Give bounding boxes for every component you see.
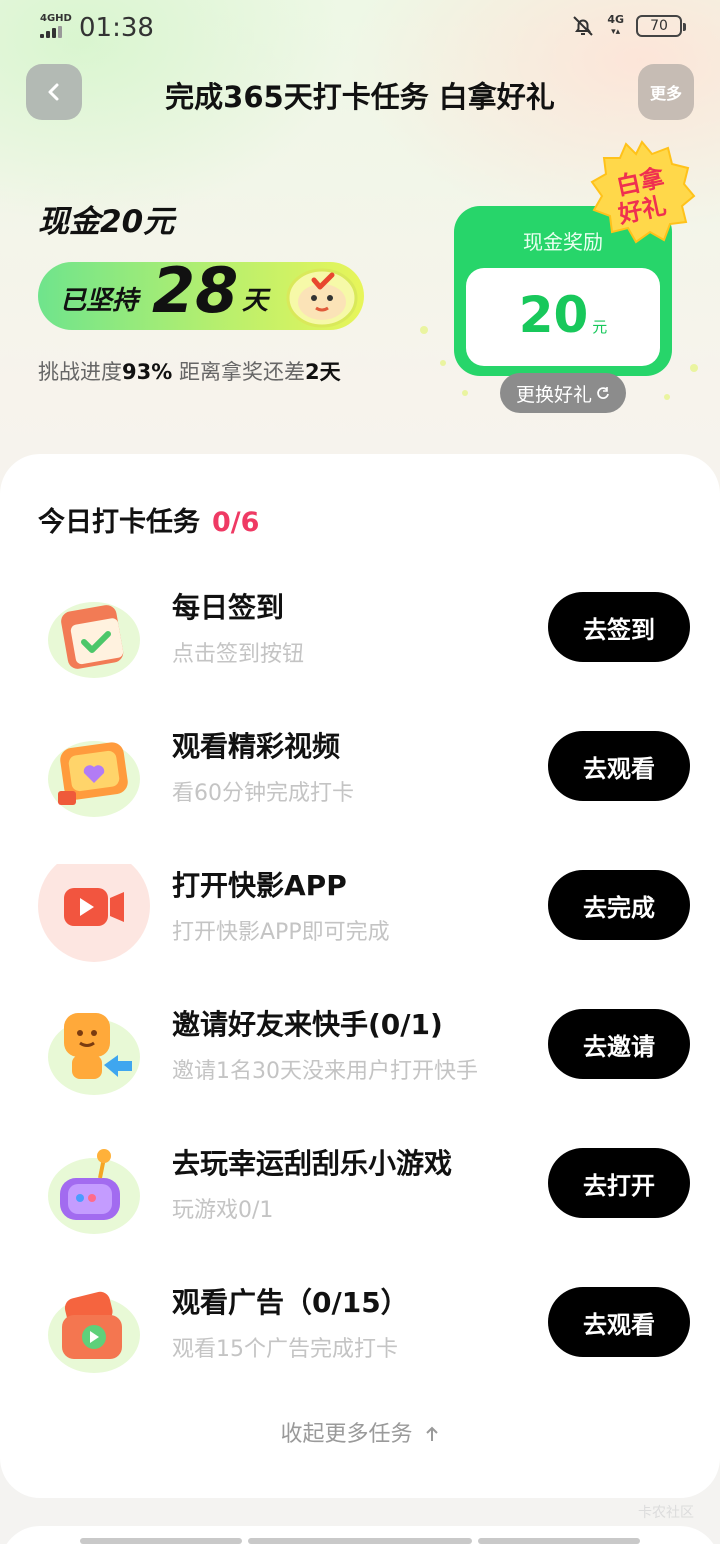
task-title: 去玩幸运刮刮乐小游戏 — [172, 1147, 453, 1180]
streak-banner: 已坚持 28 天 — [38, 254, 364, 330]
sparkle-dot — [664, 394, 670, 400]
watch-video-button[interactable]: 去观看 — [548, 731, 690, 801]
battery-icon: 70 — [636, 15, 686, 37]
reward-unit: 元 — [592, 318, 608, 336]
tasks-count: 0/6 — [212, 507, 260, 538]
video-heart-icon — [48, 741, 140, 817]
challenge-progress: 挑战进度93% 距离拿奖还差2天 — [38, 360, 341, 384]
task-subtitle: 玩游戏0/1 — [172, 1198, 274, 1223]
clock: 01:38 — [79, 13, 154, 43]
sign-in-button[interactable]: 去签到 — [548, 592, 690, 662]
collapse-tasks-button[interactable]: 收起更多任务 — [0, 1416, 720, 1448]
task-subtitle: 看60分钟完成打卡 — [172, 781, 354, 806]
watch-ads-button[interactable]: 去观看 — [548, 1287, 690, 1357]
streak-prefix: 已坚持 — [60, 286, 139, 316]
mute-bell-icon — [573, 16, 594, 36]
mobile-data-icon: 4G ▾▴ — [607, 13, 624, 38]
reward-amount: 20 — [518, 286, 589, 344]
free-gift-badge: 白拿 好礼 — [590, 140, 696, 244]
task-title: 邀请好友来快手(0/1) — [172, 1008, 443, 1041]
task-subtitle: 邀请1名30天没来用户打开快手 — [172, 1059, 478, 1084]
invite-button[interactable]: 去邀请 — [548, 1009, 690, 1079]
remaining-days: 2天 — [304, 360, 341, 384]
sparkle-dot — [690, 364, 698, 372]
kuaiying-camera-icon — [38, 864, 150, 962]
task-title: 打开快影APP — [172, 869, 347, 902]
task-row: 观看精彩视频 看60分钟完成打卡 去观看 — [0, 725, 720, 835]
status-bar: 4GHD 01:38 4G ▾▴ 70 — [0, 0, 720, 56]
swap-gift-button[interactable]: 更换好礼 — [500, 373, 626, 413]
sparkle-dot — [420, 326, 428, 334]
task-subtitle: 点击签到按钮 — [172, 642, 305, 667]
ad-play-icon — [48, 1291, 140, 1373]
swap-gift-label: 更换好礼 — [515, 383, 592, 406]
task-row: 观看广告（0/15） 观看15个广告完成打卡 去观看 — [0, 1281, 720, 1391]
open-game-button[interactable]: 去打开 — [548, 1148, 690, 1218]
calendar-check-icon — [48, 602, 140, 678]
network-type: 4GHD — [40, 13, 72, 24]
progress-percent: 93% — [122, 360, 173, 384]
task-row: 每日签到 点击签到按钮 去签到 — [0, 586, 720, 696]
task-title: 观看精彩视频 — [172, 730, 341, 763]
tab-indicator — [478, 1538, 640, 1544]
task-row: 邀请好友来快手(0/1) 邀请1名30天没来用户打开快手 去邀请 — [0, 1003, 720, 1113]
complete-button[interactable]: 去完成 — [548, 870, 690, 940]
page-title: 完成365天打卡任务 白拿好礼 — [165, 80, 555, 114]
more-button[interactable]: 更多 — [638, 64, 694, 120]
task-subtitle: 观看15个广告完成打卡 — [172, 1337, 398, 1362]
task-title: 每日签到 — [172, 591, 285, 624]
mascot-icon — [286, 268, 358, 328]
collapse-label: 收起更多任务 — [280, 1422, 413, 1447]
refresh-icon — [597, 387, 609, 399]
streak-days: 28 — [152, 254, 239, 327]
watermark: 卡农社区 — [638, 1505, 694, 1521]
streak-unit: 天 — [242, 286, 269, 316]
tab-indicator — [80, 1538, 242, 1544]
tasks-panel: 今日打卡任务 0/6 每日签到 点击签到按钮 去签到 观看精彩视频 看60分钟完成… — [0, 454, 720, 1498]
sparkle-dot — [462, 390, 468, 396]
arrow-up-icon — [425, 1426, 438, 1441]
tab-indicator — [248, 1538, 472, 1544]
signal-icon — [40, 26, 68, 38]
battery-level: 70 — [650, 18, 668, 34]
game-joystick-icon — [48, 1149, 140, 1234]
task-row: 去玩幸运刮刮乐小游戏 玩游戏0/1 去打开 — [0, 1142, 720, 1252]
tasks-title: 今日打卡任务 0/6 — [38, 507, 260, 538]
invite-friend-icon — [48, 1013, 140, 1095]
task-title: 观看广告（0/15） — [172, 1286, 409, 1319]
task-subtitle: 打开快影APP即可完成 — [172, 920, 390, 945]
cash-prize-title: 现金20元 — [38, 204, 175, 240]
sparkle-dot — [440, 360, 446, 366]
task-row: 打开快影APP 打开快影APP即可完成 去完成 — [0, 864, 720, 974]
